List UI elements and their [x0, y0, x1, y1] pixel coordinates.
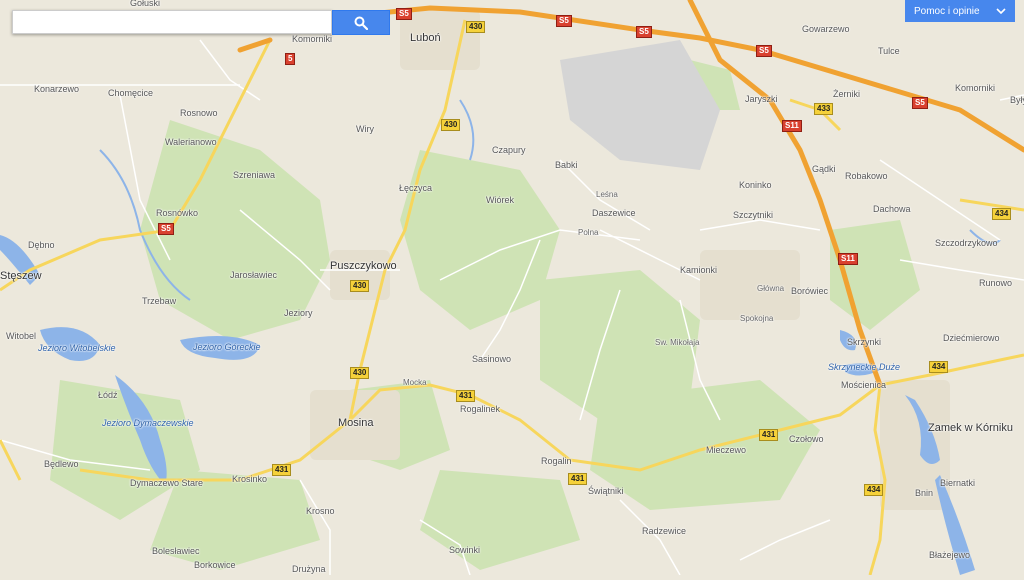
place-jaryszki: Jaryszki — [745, 94, 778, 104]
shield-430: 430 — [350, 367, 370, 379]
street-polna: Polna — [578, 228, 599, 237]
shield-s11: S11 — [782, 120, 802, 132]
place-szreniawa: Szreniawa — [233, 170, 276, 180]
shield-433: 433 — [814, 103, 834, 115]
shield-s5: S5 — [396, 8, 412, 20]
shield-s5: S5 — [636, 26, 652, 38]
search-icon — [354, 16, 368, 30]
place-dymaczewo-stare: Dymaczewo Stare — [130, 478, 204, 488]
shield-434: 434 — [929, 361, 949, 373]
place-dziecmierowo: Dziećmierowo — [943, 333, 1000, 343]
place-runowo: Runowo — [979, 278, 1013, 288]
place-lubon: Luboń — [410, 32, 441, 44]
place-lodz: Łódź — [98, 390, 118, 400]
street-sw-mikolaja: Sw. Mikołaja — [655, 338, 700, 347]
street-glowna: Główna — [757, 284, 785, 293]
place-walerianowo: Walerianowo — [165, 137, 217, 147]
place-gowarzewo: Gowarzewo — [802, 24, 850, 34]
place-szczodrzykowo: Szczodrzykowo — [935, 238, 998, 248]
place-koninko: Koninko — [739, 180, 772, 190]
shield-5: 5 — [285, 53, 296, 65]
place-puszczykowo: Puszczykowo — [330, 260, 397, 272]
help-feedback-label: Pomoc i opinie — [914, 5, 980, 17]
place-borowiec: Borówiec — [791, 286, 829, 296]
place-jeziory: Jeziory — [284, 308, 313, 318]
place-trzebaw: Trzebaw — [142, 296, 177, 306]
place-wiry: Wiry — [356, 124, 374, 134]
place-witobel: Witobel — [6, 331, 37, 341]
shield-434: 434 — [992, 208, 1012, 220]
place-zerniki: Żerniki — [833, 89, 861, 99]
place-gadki: Gądki — [812, 164, 836, 174]
place-jaroslawiec: Jarosławiec — [230, 270, 278, 280]
street-mocka: Mocka — [403, 378, 427, 387]
place-debno: Dębno — [28, 240, 55, 250]
shield-s5: S5 — [756, 45, 772, 57]
place-steszew: Stęszew — [0, 270, 42, 282]
place-babki: Babki — [555, 160, 578, 170]
place-rosnowko: Rosnówko — [156, 208, 199, 218]
place-borkowice: Borkowice — [194, 560, 236, 570]
place-mosina: Mosina — [338, 417, 374, 429]
place-biernatki: Biernatki — [940, 478, 976, 488]
place-leczyca: Łęczyca — [399, 183, 433, 193]
place-swiatniki: Świątniki — [588, 486, 624, 496]
place-czapury: Czapury — [492, 145, 526, 155]
place-bnin: Bnin — [915, 488, 934, 498]
place-blazejewo: Błażejewo — [929, 550, 971, 560]
place-komorniki: Komorniki — [292, 34, 333, 44]
place-robakowo: Robakowo — [845, 171, 888, 181]
shield-s5: S5 — [556, 15, 572, 27]
place-zamek-kornik: Zamek w Kórniku — [928, 422, 1013, 434]
shield-5: S5 — [158, 223, 174, 235]
place-mieczewo: Mieczewo — [706, 445, 747, 455]
place-byly: Były — [1010, 95, 1024, 105]
shield-430: 430 — [466, 21, 486, 33]
shield-431: 431 — [568, 473, 588, 485]
place-rogalinek: Rogalinek — [460, 404, 501, 414]
shield-430: 430 — [441, 119, 461, 131]
place-konarzewo: Konarzewo — [34, 84, 80, 94]
place-wiorek: Wiórek — [486, 195, 515, 205]
lake-goreckie: Jezioro Góreckie — [193, 342, 261, 352]
place-skrzynki: Skrzynki — [847, 337, 882, 347]
help-feedback-button[interactable]: Pomoc i opinie — [905, 0, 1015, 22]
place-chomecice: Chomęcice — [108, 88, 154, 98]
place-szczytniki: Szczytniki — [733, 210, 774, 220]
shield-430: 430 — [350, 280, 370, 292]
street-lesna: Leśna — [596, 190, 618, 199]
place-czolowo: Czołowo — [789, 434, 824, 444]
place-dachowa: Dachowa — [873, 204, 911, 214]
place-daszewice: Daszewice — [592, 208, 636, 218]
place-rogalin: Rogalin — [541, 456, 572, 466]
place-kamionki: Kamionki — [680, 265, 718, 275]
lake-witobelskie: Jezioro Witobelskie — [38, 343, 116, 353]
place-boleslawiec: Bolesławiec — [152, 546, 200, 556]
shield-431: 431 — [759, 429, 779, 441]
shield-431: 431 — [272, 464, 292, 476]
search-input[interactable] — [12, 10, 332, 34]
place-krosinko: Krosinko — [232, 474, 268, 484]
place-goluski: Gołuski — [130, 0, 161, 8]
chevron-down-icon — [996, 8, 1006, 14]
place-moscienica: Mościenica — [841, 380, 887, 390]
map-canvas[interactable]: Luboń Komorniki Gołuski Konarzewo Chomęc… — [0, 0, 1024, 576]
place-druzyna: Drużyna — [292, 564, 326, 574]
place-sasinowo: Sasinowo — [472, 354, 512, 364]
lake-dymaczewskie: Jezioro Dymaczewskie — [102, 418, 194, 428]
place-rosnowo: Rosnowo — [180, 108, 218, 118]
place-tulce: Tulce — [878, 46, 900, 56]
place-sowinki: Sowinki — [449, 545, 481, 555]
place-bedlewo: Będlewo — [44, 459, 79, 469]
place-komorniki-east: Komorniki — [955, 83, 996, 93]
shield-434: 434 — [864, 484, 884, 496]
shield-s5: S5 — [912, 97, 928, 109]
shield-s11: S11 — [838, 253, 858, 265]
shield-431: 431 — [456, 390, 476, 402]
place-krosno: Krosno — [306, 506, 335, 516]
lake-skrzynieckie: Skrzyneckie Duże — [828, 362, 901, 372]
place-radzewice: Radzewice — [642, 526, 687, 536]
search-button[interactable] — [332, 10, 390, 35]
street-spokojna: Spokojna — [740, 314, 774, 323]
